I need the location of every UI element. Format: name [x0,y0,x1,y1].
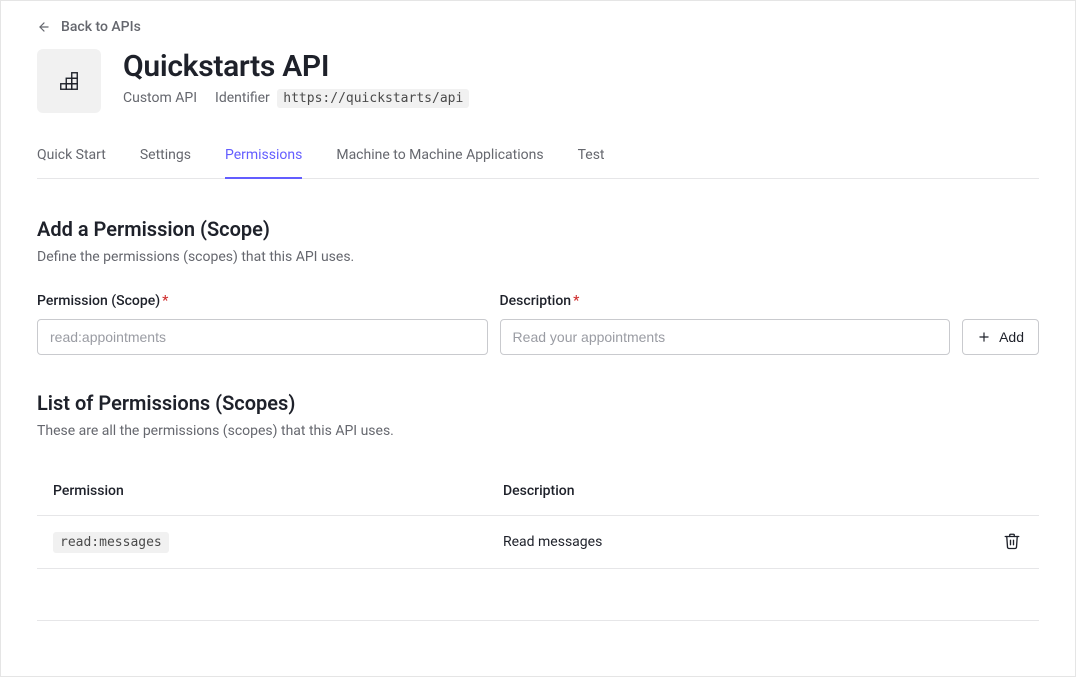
api-type-label: Custom API [123,90,197,106]
tab-quick-start[interactable]: Quick Start [37,147,106,179]
add-permission-button[interactable]: Add [962,319,1039,355]
required-indicator: * [573,293,579,309]
add-permission-form: Permission (Scope)* Description* Add [37,293,1039,355]
tab-m2m-applications[interactable]: Machine to Machine Applications [336,147,543,179]
add-button-label: Add [999,329,1024,345]
permissions-table-header: Permission Description [37,467,1039,516]
tab-test[interactable]: Test [578,147,605,179]
header: Quickstarts API Custom API Identifier ht… [37,49,1039,113]
permission-name-chip: read:messages [53,532,169,553]
back-to-apis-link[interactable]: Back to APIs [37,19,141,35]
tab-permissions[interactable]: Permissions [225,147,302,179]
back-to-apis-label: Back to APIs [61,19,141,35]
api-icon [58,70,80,92]
tabs: Quick Start Settings Permissions Machine… [37,147,1039,179]
api-avatar [37,49,101,113]
table-row: read:messages Read messages [37,516,1039,569]
arrow-left-icon [37,20,51,34]
add-permission-title: Add a Permission (Scope) [37,217,1039,241]
tab-settings[interactable]: Settings [140,147,191,179]
identifier-group: Identifier https://quickstarts/api [215,90,469,106]
table-empty-row [37,569,1039,621]
plus-icon [977,330,991,344]
permission-description-input[interactable] [500,319,951,355]
column-permission: Permission [53,483,503,499]
permissions-list-description: These are all the permissions (scopes) t… [37,423,1039,439]
required-indicator: * [162,293,168,309]
page-title: Quickstarts API [123,49,469,84]
add-permission-description: Define the permissions (scopes) that thi… [37,249,1039,265]
permission-description-label: Description* [500,293,951,309]
permissions-list-title: List of Permissions (Scopes) [37,391,1039,415]
permission-scope-label: Permission (Scope)* [37,293,488,309]
trash-icon [1003,532,1021,550]
permission-scope-input[interactable] [37,319,488,355]
identifier-value: https://quickstarts/api [277,89,469,108]
column-description: Description [503,483,983,499]
identifier-label: Identifier [215,90,270,106]
permission-description-cell: Read messages [503,534,983,550]
delete-permission-button[interactable] [1001,530,1023,552]
